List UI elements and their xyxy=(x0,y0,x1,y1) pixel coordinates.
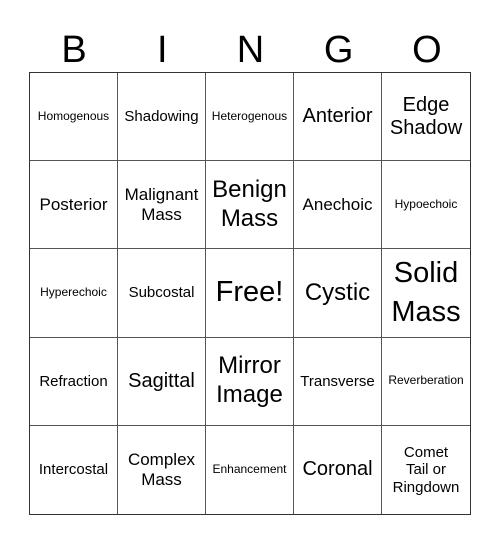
bingo-cell: Edge Shadow xyxy=(382,73,470,162)
bingo-grid: Homogenous Shadowing Heterogenous Anteri… xyxy=(29,72,471,515)
header-letter-g: G xyxy=(323,29,354,71)
bingo-cell: Anechoic xyxy=(294,161,382,250)
free-space-cell: Free! xyxy=(206,249,294,338)
bingo-cell: Comet Tail or Ringdown xyxy=(392,444,460,496)
bingo-cell: Sagittal xyxy=(118,337,206,426)
bingo-cell: Hypoechoic xyxy=(382,161,470,250)
bingo-cell: Transverse xyxy=(294,337,382,426)
bingo-cell: Malignant Mass xyxy=(118,161,206,250)
bingo-cell: Reverberation xyxy=(382,338,470,426)
bingo-cell: Posterior xyxy=(30,161,118,250)
bingo-cell: Cystic xyxy=(294,249,382,338)
header-letter-o: O xyxy=(412,29,442,71)
bingo-header: B I N G O xyxy=(30,28,471,72)
header-letter-i: I xyxy=(157,29,168,71)
bingo-cell: Subcostal xyxy=(118,249,206,338)
bingo-cell: Heterogenous xyxy=(206,73,294,162)
bingo-cell: Refraction xyxy=(30,337,118,426)
bingo-cell: Shadowing xyxy=(118,73,206,162)
bingo-cell: Anterior xyxy=(294,73,382,162)
header-letter-b: B xyxy=(61,29,87,71)
bingo-cell: Coronal xyxy=(294,425,382,514)
bingo-cell: Intercostal xyxy=(30,425,118,514)
bingo-cell: Solid Mass xyxy=(382,249,470,338)
bingo-cell: Homogenous xyxy=(30,73,118,162)
bingo-cell: Benign Mass xyxy=(206,161,294,250)
header-letter-n: N xyxy=(236,29,265,71)
bingo-cell: Complex Mass xyxy=(118,425,206,514)
bingo-cell: Hyperechoic xyxy=(30,249,118,338)
bingo-cell: Mirror Image xyxy=(206,337,294,426)
bingo-cell: Enhancement xyxy=(206,425,294,514)
